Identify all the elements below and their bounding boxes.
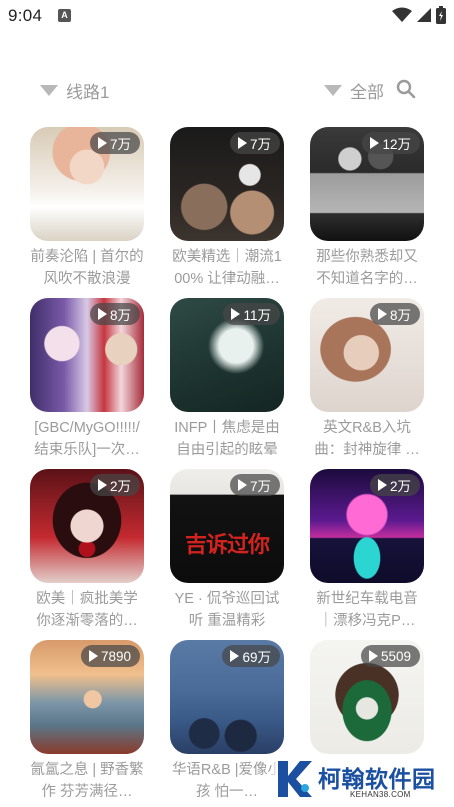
playlist-title: 那些你熟悉却又不知道名字的… (316, 249, 418, 287)
playlist-title: INFP丨焦虑是由自由引起的眩晕 (174, 420, 280, 458)
play-count-badge: 7万 (229, 132, 280, 154)
status-time: 9:04 (8, 6, 43, 25)
play-count-badge: 8万 (369, 303, 420, 325)
playlist-cover: 2万 (310, 469, 424, 583)
play-icon (88, 650, 98, 662)
play-count-badge: 2万 (369, 474, 420, 496)
playlist-title: 欧美｜疯批美学 你逐渐零落的… (36, 591, 138, 629)
playlist-card[interactable]: 8万 [GBC/MyGO!!!!!/结束乐队]一次… (30, 298, 144, 461)
playlist-cover: 11万 (170, 298, 284, 412)
playlist-cover: 2万 (30, 469, 144, 583)
route-label: 线路1 (66, 83, 110, 102)
play-icon (231, 308, 241, 320)
play-count: 11万 (243, 308, 271, 323)
play-icon (368, 650, 378, 662)
watermark-logo-icon (278, 761, 312, 797)
battery-icon (436, 6, 446, 24)
playlist-cover: 5509 (310, 640, 424, 754)
dropdown-triangle-icon (40, 85, 58, 96)
play-icon (230, 650, 240, 662)
playlist-card[interactable]: 7万 欧美精选｜潮流100% 让律动融… (170, 127, 284, 290)
play-count-badge: 11万 (223, 303, 280, 325)
search-icon[interactable] (396, 79, 416, 99)
play-icon (97, 479, 107, 491)
playlist-card[interactable]: 2万 欧美｜疯批美学 你逐渐零落的… (30, 469, 144, 632)
playlist-title: 新世纪车载电音｜漂移冯克P… (316, 591, 418, 629)
playlist-cover: 7890 (30, 640, 144, 754)
playlist-title: 英文R&B入坑曲：封神旋律 … (314, 420, 420, 458)
play-count-badge: 7890 (80, 645, 140, 667)
play-icon (237, 479, 247, 491)
play-icon (377, 308, 387, 320)
playlist-cover: 8万 (310, 298, 424, 412)
play-icon (97, 308, 107, 320)
play-count-badge: 69万 (222, 645, 280, 667)
playlist-cover: 8万 (30, 298, 144, 412)
play-count: 7万 (249, 137, 271, 152)
category-selector[interactable]: 全部 (324, 78, 384, 103)
playlist-card[interactable]: 8万 英文R&B入坑曲：封神旋律 … (310, 298, 424, 461)
play-count-badge: 2万 (89, 474, 140, 496)
play-icon (377, 479, 387, 491)
playlist-cover: 7万 (170, 127, 284, 241)
playlist-title: 华语R&B |爱像小孩 怕一… (171, 762, 283, 800)
cover-art-text: 吉诉过你 (184, 533, 270, 558)
playlist-card[interactable]: 69万 华语R&B |爱像小孩 怕一… (170, 640, 284, 803)
playlist-title: [GBC/MyGO!!!!!/结束乐队]一次… (34, 420, 140, 458)
playlist-card[interactable]: 12万 那些你熟悉却又不知道名字的… (310, 127, 424, 290)
play-count-badge: 12万 (362, 132, 420, 154)
status-icons (392, 6, 446, 24)
play-count-badge: 7万 (89, 132, 140, 154)
playlist-title: 欧美精选｜潮流100% 让律动融… (172, 249, 282, 287)
playlist-cover: 吉诉过你 7万 (170, 469, 284, 583)
watermark: 柯翰软件园 KEHAN38.COM (272, 754, 452, 804)
playlist-card[interactable]: 2万 新世纪车载电音｜漂移冯克P… (310, 469, 424, 632)
play-count: 69万 (242, 650, 271, 665)
notification-icon: A (58, 9, 71, 22)
playlist-title: 前奏沦陷 | 首尔的风吹不散浪漫 (30, 249, 144, 287)
playlist-cover: 12万 (310, 127, 424, 241)
play-icon (97, 137, 107, 149)
dropdown-triangle-icon (324, 85, 342, 96)
category-label: 全部 (350, 83, 384, 102)
play-count-badge: 5509 (360, 645, 420, 667)
play-count: 8万 (109, 308, 131, 323)
playlist-cover: 7万 (30, 127, 144, 241)
play-count: 7890 (100, 648, 131, 664)
play-count: 2万 (389, 479, 411, 494)
play-icon (370, 137, 380, 149)
filter-bar: 线路1 全部 (0, 78, 454, 104)
wifi-icon (392, 7, 412, 22)
watermark-name: 柯翰软件园 (318, 766, 436, 792)
playlist-card[interactable]: 7890 氤氲之息 | 野香繁作 芬芳满径… (30, 640, 144, 803)
play-count: 7万 (109, 137, 131, 152)
playlist-card[interactable]: 11万 INFP丨焦虑是由自由引起的眩晕 (170, 298, 284, 461)
route-selector[interactable]: 线路1 (40, 78, 109, 103)
signal-icon (417, 8, 431, 22)
play-count: 12万 (382, 137, 411, 152)
playlist-cover: 69万 (170, 640, 284, 754)
play-count: 2万 (109, 479, 131, 494)
play-count: 5509 (380, 648, 411, 664)
status-bar: 9:04 A (0, 0, 454, 32)
playlist-title: 氤氲之息 | 野香繁作 芬芳满径… (30, 762, 144, 800)
playlist-title: YE · 侃爷巡回试听 重温精彩 (174, 591, 280, 629)
play-icon (237, 137, 247, 149)
play-count-badge: 7万 (229, 474, 280, 496)
play-count: 8万 (389, 308, 411, 323)
play-count: 7万 (249, 479, 271, 494)
playlist-card[interactable]: 7万 前奏沦陷 | 首尔的风吹不散浪漫 (30, 127, 144, 290)
play-count-badge: 8万 (89, 303, 140, 325)
watermark-domain: KEHAN38.COM (350, 790, 411, 799)
playlist-card[interactable]: 吉诉过你 7万 YE · 侃爷巡回试听 重温精彩 (170, 469, 284, 632)
